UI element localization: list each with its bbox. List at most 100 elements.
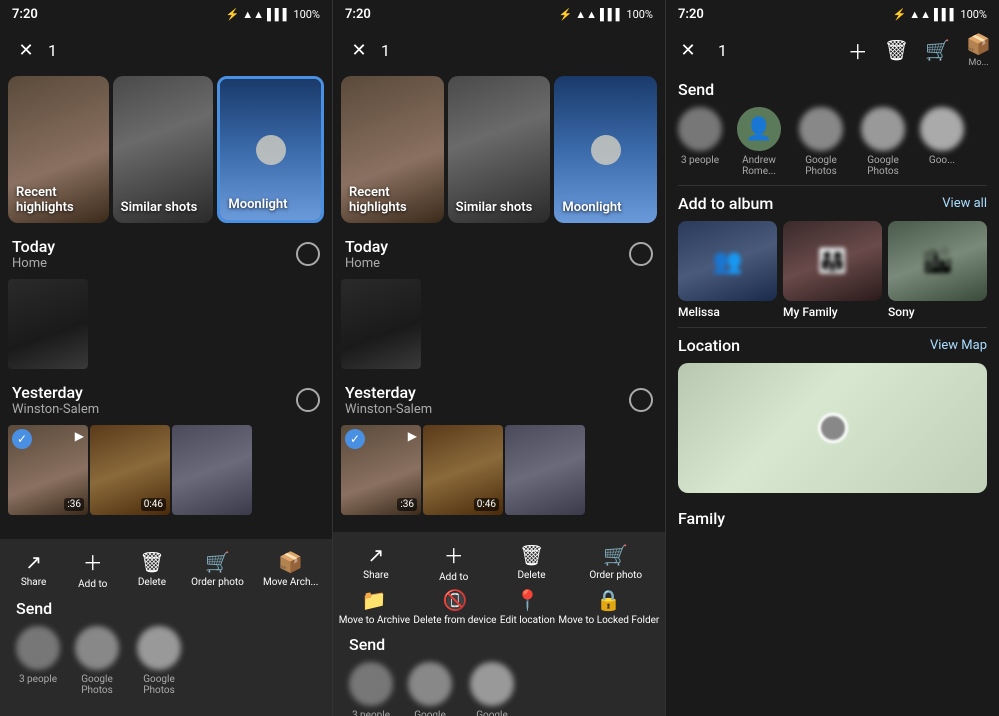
send-avatar-people-2[interactable]: 3 people	[349, 662, 393, 716]
highlight-card-similar-1[interactable]: Similar shots	[113, 76, 214, 223]
signal-icon: ▌▌▌	[267, 8, 290, 21]
send-avatar-people-1[interactable]: 3 people	[16, 626, 60, 696]
action-delete-3[interactable]: 🗑	[884, 38, 909, 62]
album-sony-3[interactable]: 🏙 Sony	[888, 221, 987, 319]
yesterday-select-1[interactable]	[296, 388, 320, 412]
top-bar-1: ✕ 1	[0, 28, 332, 72]
photo-check-1: ✓	[12, 429, 32, 449]
send-avatar-gp3-3[interactable]: Goo...	[920, 107, 964, 177]
toolbar-addto-2[interactable]: ＋ Add to	[434, 540, 474, 584]
map-pin-3	[818, 413, 848, 443]
action-archive-3[interactable]: 📦 Mo...	[966, 32, 991, 68]
photo-sofa-2[interactable]	[505, 425, 585, 515]
photo-dog-2[interactable]: ✓ ▶ :36	[341, 425, 421, 515]
battery-icon-3: 100%	[960, 8, 987, 21]
gp1-label-1: Google Photos	[72, 674, 122, 696]
view-map-button-3[interactable]: View Map	[930, 338, 987, 353]
yesterday-subtitle-2: Winston-Salem	[345, 402, 432, 417]
highlight-label-recent-2: Recent highlights	[349, 185, 444, 215]
wifi-icon: ▲▲	[242, 8, 264, 21]
toolbar-row-1: ↗ Share ＋ Add to 🗑 Delete 🛒 Order photo …	[4, 547, 328, 591]
people-label-1: 3 people	[19, 674, 57, 685]
toolbar-delete-2[interactable]: 🗑 Delete	[512, 543, 552, 582]
album-melissa-3[interactable]: 👥 Melissa	[678, 221, 777, 319]
family-section: Family	[666, 501, 999, 536]
delete-label-2: Delete	[517, 570, 545, 582]
location-header-3: Location View Map	[678, 336, 987, 355]
toolbar-addto-1[interactable]: ＋ Add to	[73, 547, 113, 591]
gp1-avatar-1	[75, 626, 119, 670]
archive-icon-3: 📦	[966, 32, 991, 56]
send-avatar-gp1-3[interactable]: Google Photos	[796, 107, 846, 177]
today-title-1: Today	[12, 237, 55, 256]
album-myfamily-3[interactable]: 👨‍👩‍👧 My Family	[783, 221, 882, 319]
today-select-1[interactable]	[296, 242, 320, 266]
gp2-avatar-3	[861, 107, 905, 151]
toolbar-order-2[interactable]: 🛒 Order photo	[589, 543, 642, 582]
delete-icon-1: 🗑	[139, 550, 164, 574]
highlight-card-moon-2[interactable]: Moonlight	[554, 76, 657, 223]
toolbar-order-1[interactable]: 🛒 Order photo	[191, 550, 244, 589]
select-count-1: 1	[48, 41, 57, 60]
section-yesterday-1: Yesterday Winston-Salem	[0, 373, 332, 421]
toolbar-locked-2[interactable]: 🔒 Move to Locked Folder	[558, 588, 659, 627]
photo-bag-2[interactable]	[341, 279, 421, 369]
toolbar-archive-2[interactable]: 📁 Move to Archive	[339, 588, 410, 627]
yesterday-select-2[interactable]	[629, 388, 653, 412]
map-preview-3[interactable]	[678, 363, 987, 493]
photo-food-1[interactable]: 0:46	[90, 425, 170, 515]
photo-dog-1[interactable]: ✓ ▶ :36	[8, 425, 88, 515]
delete-icon-3: 🗑	[884, 38, 909, 62]
send-title-3: Send	[678, 80, 987, 99]
send-avatars-3: 3 people 👤 Andrew Rome... Google Photos …	[678, 107, 987, 177]
send-avatar-gp2-3[interactable]: Google Photos	[858, 107, 908, 177]
toolbar-deletedev-2[interactable]: 📵 Delete from device	[413, 588, 496, 627]
send-avatar-gp1-2[interactable]: Google Photos	[405, 662, 455, 716]
addto-label-1: Add to	[78, 579, 107, 591]
highlight-card-moon-1[interactable]: Moonlight	[217, 76, 324, 223]
order-icon-2: 🛒	[603, 543, 628, 567]
archive-label-1: Move Arch...	[263, 577, 318, 589]
highlight-card-recent-2[interactable]: Recent highlights	[341, 76, 444, 223]
status-time-3: 7:20	[678, 7, 704, 22]
toolbar-archive-1[interactable]: 📦 Move Arch...	[263, 550, 318, 589]
toolbar-location-2[interactable]: 📍 Edit location	[500, 588, 555, 627]
highlight-label-recent-1: Recent highlights	[16, 185, 109, 215]
people-avatar-1	[16, 626, 60, 670]
send-title-1: Send	[16, 599, 316, 618]
close-button-2[interactable]: ✕	[345, 36, 373, 64]
photo-bag-1[interactable]	[8, 279, 88, 369]
section-today-1: Today Home	[0, 227, 332, 275]
highlight-card-recent-1[interactable]: Recent highlights	[8, 76, 109, 223]
order-label-1: Order photo	[191, 577, 244, 589]
send-avatar-people-3[interactable]: 3 people	[678, 107, 722, 177]
addto-label-2: Add to	[439, 572, 468, 584]
gp2-avatar-1	[137, 626, 181, 670]
action-addto-3[interactable]: ＋	[848, 36, 868, 65]
send-avatar-gp2-2[interactable]: Google Photos	[467, 662, 517, 716]
today-title-2: Today	[345, 237, 388, 256]
send-avatar-gp2-1[interactable]: Google Photos	[134, 626, 184, 696]
send-avatar-andrew-3[interactable]: 👤 Andrew Rome...	[734, 107, 784, 177]
photo-sofa-1[interactable]	[172, 425, 252, 515]
toolbar-share-1[interactable]: ↗ Share	[14, 550, 54, 589]
photo-food-2[interactable]: 0:46	[423, 425, 503, 515]
send-section-1: Send 3 people Google Photos Google Photo…	[4, 591, 328, 704]
today-select-2[interactable]	[629, 242, 653, 266]
bluetooth-icon-3: ⚡	[893, 8, 907, 21]
action-order-3[interactable]: 🛒	[925, 38, 950, 62]
toolbar-delete-1[interactable]: 🗑 Delete	[132, 550, 172, 589]
close-button-3[interactable]: ✕	[674, 36, 702, 64]
send-avatar-gp1-1[interactable]: Google Photos	[72, 626, 122, 696]
section-yesterday-2: Yesterday Winston-Salem	[333, 373, 665, 421]
close-button-1[interactable]: ✕	[12, 36, 40, 64]
highlight-card-similar-2[interactable]: Similar shots	[448, 76, 551, 223]
archive-label-3: Mo...	[968, 58, 988, 68]
toolbar-share-2[interactable]: ↗ Share	[356, 543, 396, 582]
view-all-button-3[interactable]: View all	[942, 196, 987, 211]
albums-header-3: Add to album View all	[678, 194, 987, 213]
send-section-3: Send 3 people 👤 Andrew Rome... Google Ph…	[666, 72, 999, 185]
highlight-label-moon-1: Moonlight	[228, 197, 287, 212]
archive-icon-2: 📁	[362, 588, 387, 612]
status-bar-1: 7:20 ⚡ ▲▲ ▌▌▌ 100%	[0, 0, 332, 28]
